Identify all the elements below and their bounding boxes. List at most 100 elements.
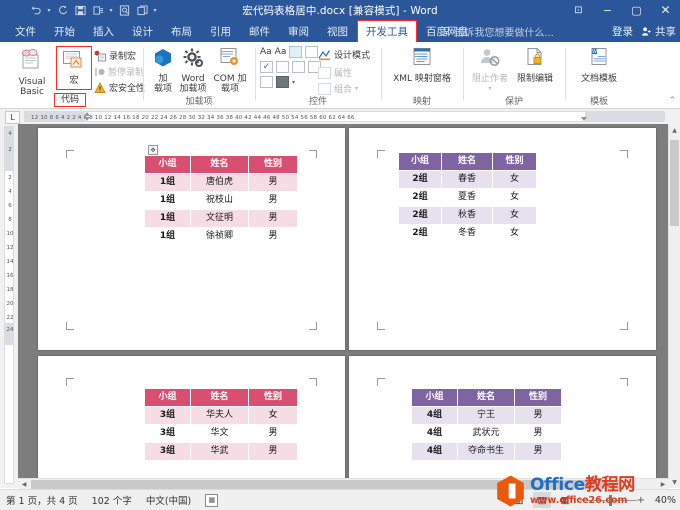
cell-group[interactable]: 2组 bbox=[398, 188, 442, 207]
zoom-in-button[interactable]: + bbox=[637, 495, 645, 506]
rich-text-control-icon[interactable]: Aa bbox=[260, 46, 272, 58]
minimize-button[interactable]: − bbox=[593, 0, 622, 20]
table-row[interactable]: 4组 武状元 男 bbox=[411, 424, 562, 443]
xml-mapping-pane-button[interactable]: XML 映射窗格 bbox=[386, 47, 458, 84]
scroll-up-icon[interactable]: ▲ bbox=[669, 124, 680, 136]
collapse-ribbon-icon[interactable]: ⌃ bbox=[668, 96, 676, 106]
table-row[interactable]: 1组 唐伯虎 男 bbox=[144, 173, 298, 192]
maximize-button[interactable]: ▢ bbox=[622, 0, 651, 20]
zoom-slider[interactable]: − + bbox=[579, 493, 645, 507]
cell-gender[interactable]: 女 bbox=[492, 188, 537, 207]
web-layout-view-button[interactable]: ▦ bbox=[556, 492, 574, 508]
cell-gender[interactable]: 女 bbox=[492, 206, 537, 225]
cell-group[interactable]: 2组 bbox=[398, 206, 442, 225]
document-page-4[interactable]: 小组 姓名 性别 4组 宁王 男 4组 武状元 男 4组 夺命书生 男 bbox=[349, 356, 656, 486]
cell-gender[interactable]: 女 bbox=[248, 406, 298, 425]
store-addins-button[interactable]: 加 载项 bbox=[150, 47, 176, 94]
first-line-indent-marker[interactable] bbox=[84, 112, 90, 116]
cell-gender[interactable]: 男 bbox=[514, 424, 562, 443]
table-row[interactable]: 4组 夺命书生 男 bbox=[411, 442, 562, 461]
document-page-1[interactable]: ✥ 小组 姓名 性别 1组 唐伯虎 男 1组 祝枝山 男 1组 文征明 男 1组… bbox=[38, 128, 345, 350]
cell-name[interactable]: 宁王 bbox=[457, 406, 515, 425]
record-macro-button[interactable]: 录制宏 bbox=[94, 49, 136, 62]
proofing-errors-icon[interactable]: ▦ bbox=[205, 493, 219, 507]
cell-group[interactable]: 1组 bbox=[144, 191, 191, 210]
cell-gender[interactable]: 男 bbox=[248, 209, 298, 228]
cell-gender[interactable]: 男 bbox=[248, 442, 298, 461]
right-indent-marker[interactable] bbox=[581, 117, 587, 121]
table-group-4[interactable]: 小组 姓名 性别 4组 宁王 男 4组 武状元 男 4组 夺命书生 男 bbox=[411, 388, 562, 461]
table-move-handle[interactable]: ✥ bbox=[148, 145, 158, 155]
horizontal-ruler-track[interactable]: 12 10 8 6 4 2 2 4 6 8 10 12 14 16 18 20 … bbox=[24, 111, 665, 122]
cell-group[interactable]: 1组 bbox=[144, 209, 191, 228]
table-group-1[interactable]: 小组 姓名 性别 1组 唐伯虎 男 1组 祝枝山 男 1组 文征明 男 1组 徐… bbox=[144, 155, 298, 246]
cell-gender[interactable]: 男 bbox=[248, 173, 298, 192]
cell-group[interactable]: 3组 bbox=[144, 442, 191, 461]
table-row[interactable]: 3组 华夫人 女 bbox=[144, 406, 298, 425]
cell-gender[interactable]: 女 bbox=[492, 170, 537, 189]
cell-name[interactable]: 秋香 bbox=[441, 206, 493, 225]
tab-view[interactable]: 视图 bbox=[318, 20, 357, 42]
table-row[interactable]: 3组 华文 男 bbox=[144, 424, 298, 443]
macro-security-button[interactable]: 宏安全性 bbox=[94, 81, 145, 94]
table-group-2[interactable]: 小组 姓名 性别 2组 春香 女 2组 夏香 女 2组 秋香 女 2组 冬香 女 bbox=[398, 152, 537, 243]
horizontal-scroll-thumb[interactable] bbox=[31, 480, 621, 489]
table-row[interactable]: 1组 祝枝山 男 bbox=[144, 191, 298, 210]
vertical-ruler[interactable]: 4 2 2 4 6 8 10 12 14 16 18 20 22 24 bbox=[0, 124, 18, 488]
sign-in-link[interactable]: 登录 bbox=[612, 24, 633, 39]
tell-me-search[interactable]: ♀ 告诉我您想要做什么... bbox=[443, 20, 554, 42]
cell-name[interactable]: 冬香 bbox=[441, 224, 493, 243]
document-page-3[interactable]: 小组 姓名 性别 3组 华夫人 女 3组 华文 男 3组 华武 男 bbox=[38, 356, 345, 486]
cell-name[interactable]: 华武 bbox=[190, 442, 249, 461]
tab-design[interactable]: 设计 bbox=[123, 20, 162, 42]
cell-gender[interactable]: 男 bbox=[248, 191, 298, 210]
cell-group[interactable]: 4组 bbox=[411, 424, 458, 443]
table-row[interactable]: 1组 徐祯卿 男 bbox=[144, 227, 298, 246]
cell-group[interactable]: 3组 bbox=[144, 424, 191, 443]
table-row[interactable]: 2组 夏香 女 bbox=[398, 188, 537, 207]
table-row[interactable]: 2组 秋香 女 bbox=[398, 206, 537, 225]
cell-group[interactable]: 3组 bbox=[144, 406, 191, 425]
table-row[interactable]: 2组 春香 女 bbox=[398, 170, 537, 189]
zoom-level[interactable]: 40% bbox=[650, 495, 676, 506]
hanging-indent-marker[interactable] bbox=[84, 117, 90, 121]
word-addins-button[interactable]: Word 加载项 bbox=[176, 47, 210, 94]
horizontal-ruler[interactable]: L 12 10 8 6 4 2 2 4 6 8 10 12 14 16 18 2… bbox=[0, 109, 680, 125]
com-addins-button[interactable]: COM 加载项 bbox=[210, 47, 250, 94]
ribbon-display-options-icon[interactable]: ⊡ bbox=[564, 0, 593, 20]
building-block-control-icon[interactable] bbox=[305, 46, 319, 58]
tab-review[interactable]: 审阅 bbox=[279, 20, 318, 42]
cell-name[interactable]: 唐伯虎 bbox=[190, 173, 249, 192]
cell-group[interactable]: 1组 bbox=[144, 173, 191, 192]
tab-mailings[interactable]: 邮件 bbox=[240, 20, 279, 42]
tab-home[interactable]: 开始 bbox=[45, 20, 84, 42]
word-count[interactable]: 102 个字 bbox=[92, 493, 132, 507]
cell-name[interactable]: 武状元 bbox=[457, 424, 515, 443]
plain-text-control-icon[interactable]: Aa bbox=[275, 46, 287, 58]
document-template-button[interactable]: W 文档模板 bbox=[572, 47, 626, 84]
design-mode-button[interactable]: 设计模式 bbox=[318, 48, 370, 61]
visual-basic-button[interactable]: Visual Basic bbox=[6, 48, 58, 97]
picture-control-icon[interactable] bbox=[289, 46, 303, 58]
tab-references[interactable]: 引用 bbox=[201, 20, 240, 42]
cell-group[interactable]: 1组 bbox=[144, 227, 191, 246]
cell-name[interactable]: 春香 bbox=[441, 170, 493, 189]
restrict-editing-button[interactable]: 限制编辑 bbox=[512, 47, 558, 84]
cell-name[interactable]: 华文 bbox=[190, 424, 249, 443]
cell-gender[interactable]: 男 bbox=[514, 442, 562, 461]
cell-gender[interactable]: 女 bbox=[492, 224, 537, 243]
cell-name[interactable]: 文征明 bbox=[190, 209, 249, 228]
cell-gender[interactable]: 男 bbox=[248, 424, 298, 443]
cell-gender[interactable]: 男 bbox=[248, 227, 298, 246]
cell-group[interactable]: 2组 bbox=[398, 224, 442, 243]
read-mode-view-button[interactable]: ▥ bbox=[510, 492, 528, 508]
document-page-2[interactable]: 小组 姓名 性别 2组 春香 女 2组 夏香 女 2组 秋香 女 2组 冬香 女 bbox=[349, 128, 656, 350]
scroll-down-icon[interactable]: ▼ bbox=[669, 476, 680, 488]
dropdown-list-control-icon[interactable] bbox=[292, 61, 305, 73]
checkbox-control-icon[interactable]: ✓ bbox=[260, 61, 273, 73]
tab-file[interactable]: 文件 bbox=[6, 20, 45, 42]
tab-stop-selector[interactable]: L bbox=[5, 111, 20, 124]
table-row[interactable]: 1组 文征明 男 bbox=[144, 209, 298, 228]
table-row[interactable]: 3组 华武 男 bbox=[144, 442, 298, 461]
table-row[interactable]: 2组 冬香 女 bbox=[398, 224, 537, 243]
